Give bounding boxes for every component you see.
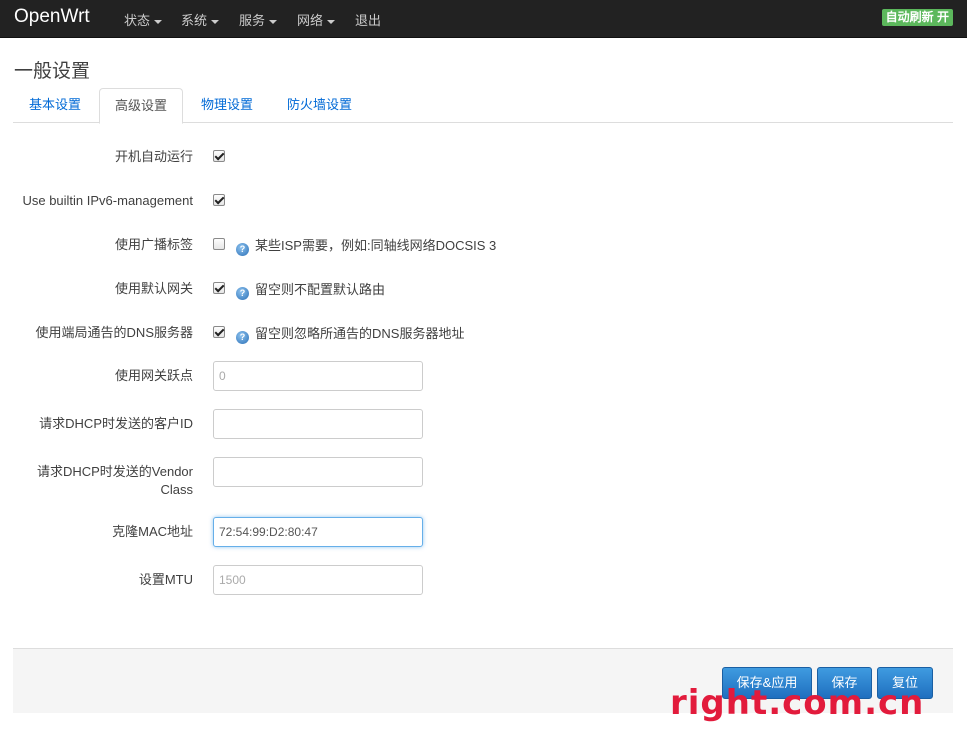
auto-start-checkbox[interactable] [213,150,225,162]
nav-item-label: 服务 [239,13,266,28]
field-label: 使用网关跃点 [114,368,193,383]
vendor-class-input[interactable] [213,457,423,487]
field-label: 使用默认网关 [114,281,193,296]
gateway-metric-input[interactable] [213,361,423,391]
top-navbar: OpenWrt 状态 系统 服务 网络 退出 自动刷新 开 [0,0,967,38]
nav-item-label: 退出 [355,13,382,28]
field-label: 开机自动运行 [114,149,193,164]
nav-item-network[interactable]: 网络 [297,10,336,29]
field-hint: ? 留空则不配置默认路由 [236,281,385,300]
help-icon: ? [236,331,249,344]
peer-dns-checkbox[interactable] [213,326,225,338]
field-label: 克隆MAC地址 [112,524,193,539]
field-hint: ? 某些ISP需要，例如:同轴线网络DOCSIS 3 [236,237,496,256]
nav-item-label: 系统 [181,13,208,28]
hint-text: 留空则忽略所通告的DNS服务器地址 [255,326,465,341]
field-label: 请求DHCP时发送的Vendor Class [36,464,193,497]
help-icon: ? [236,287,249,300]
field-label: 使用端局通告的DNS服务器 [35,325,193,340]
field-label: 使用广播标签 [114,237,193,252]
caret-down-icon [154,19,163,24]
caret-down-icon [327,19,336,24]
caret-down-icon [269,19,278,24]
broadcast-flag-checkbox[interactable] [213,238,225,250]
nav-item-label: 网络 [297,13,324,28]
tab-firewall-settings[interactable]: 防火墙设置 [272,88,367,123]
field-label: 请求DHCP时发送的客户ID [39,416,193,431]
tab-advanced-settings[interactable]: 高级设置 [99,88,184,124]
nav-item-services[interactable]: 服务 [239,10,278,29]
default-gateway-checkbox[interactable] [213,282,225,294]
tab-physical-settings[interactable]: 物理设置 [186,88,268,123]
caret-down-icon [211,19,220,24]
nav-item-status[interactable]: 状态 [124,10,163,29]
tab-basic-settings[interactable]: 基本设置 [14,88,96,123]
clone-mac-input[interactable] [213,517,423,547]
help-icon: ? [236,243,249,256]
nav-item-system[interactable]: 系统 [181,10,220,29]
site-watermark: right.com.cn [670,683,925,723]
nav-item-label: 状态 [124,13,151,28]
brand-logo[interactable]: OpenWrt [14,6,90,28]
client-id-input[interactable] [213,409,423,439]
mtu-input[interactable] [213,565,423,595]
tab-bar: 基本设置 高级设置 物理设置 防火墙设置 [13,88,953,124]
hint-text: 留空则不配置默认路由 [255,282,386,297]
field-label: 设置MTU [138,572,193,587]
page-title: 一般设置 [14,61,91,82]
nav-item-logout[interactable]: 退出 [355,10,381,29]
field-label: Use builtin IPv6-management [22,193,193,208]
builtin-ipv6-checkbox[interactable] [213,194,225,206]
hint-text: 某些ISP需要，例如:同轴线网络DOCSIS 3 [255,238,497,253]
field-hint: ? 留空则忽略所通告的DNS服务器地址 [236,325,464,344]
autorefresh-toggle[interactable]: 自动刷新 开 [881,9,953,26]
